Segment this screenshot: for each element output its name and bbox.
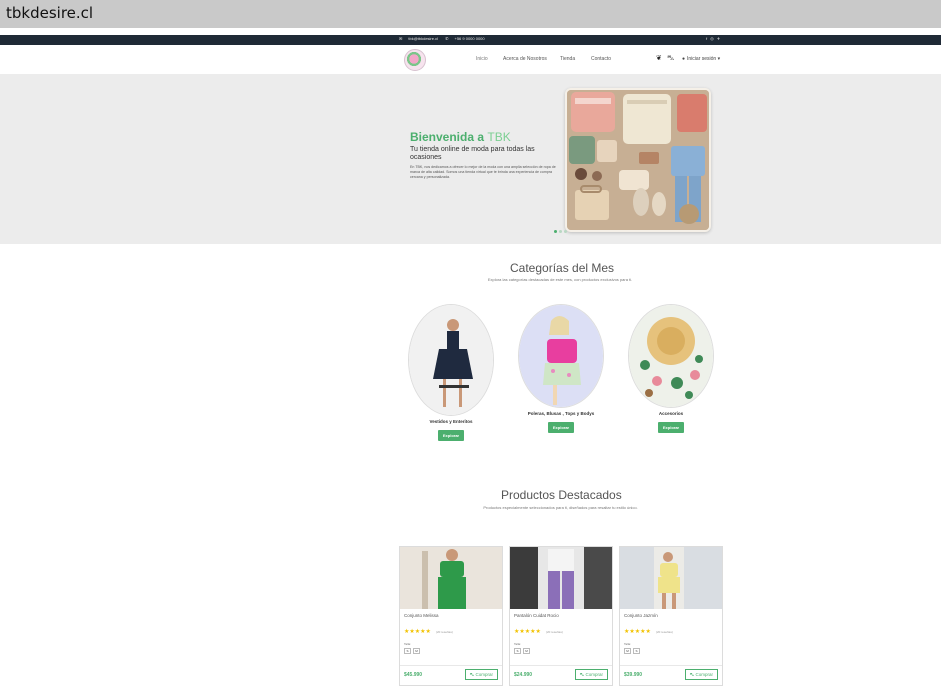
email-icon: ✉ (399, 36, 403, 41)
hero-title: Bienvenida a TBK (410, 130, 511, 144)
product-image[interactable] (510, 547, 612, 609)
category-card: Vestidos y Enteritos Explorar (408, 304, 494, 442)
size-option[interactable]: S (514, 648, 521, 654)
login-label: Iniciar sesión (687, 56, 717, 62)
size-options: M S (624, 648, 640, 654)
category-image[interactable] (408, 304, 494, 416)
size-option[interactable]: M (523, 648, 530, 654)
size-option[interactable]: S (404, 648, 411, 654)
product-image[interactable] (620, 547, 722, 609)
size-options: S M (514, 648, 530, 654)
size-option[interactable]: S (633, 648, 640, 654)
cart-icon: ⛍ (689, 672, 695, 677)
card-divider (510, 665, 612, 666)
product-name[interactable]: Conjunto Jazmín (624, 613, 658, 618)
explore-button[interactable]: Explorar (657, 422, 685, 433)
category-image[interactable] (518, 304, 604, 408)
phone-icon: ✆ (445, 36, 449, 41)
size-label: Talla: (514, 642, 522, 646)
size-option[interactable]: M (624, 648, 631, 654)
rating-stars: ★★★★★ (404, 629, 431, 635)
products-title: Productos Destacados (501, 488, 622, 502)
product-name[interactable]: Conjunto Melissa (404, 613, 439, 618)
user-icon: ● (682, 56, 686, 62)
category-card: Accesorios Explorar (628, 304, 714, 434)
login-link[interactable]: ● Iniciar sesión ▾ (682, 56, 720, 62)
carousel-dot[interactable] (564, 230, 567, 233)
nav-link-acerca[interactable]: Acerca de Nosotros (503, 56, 547, 62)
size-options: S M (404, 648, 420, 654)
product-card: Pantalón Cuidat Rocio ★★★★★ (20 reseñas)… (509, 546, 613, 686)
product-price: $24.990 (514, 672, 533, 678)
card-divider (620, 665, 722, 666)
contact-phone[interactable]: +56 9 0000 0000 (454, 36, 484, 41)
products-subtitle: Productos especialmente seleccionados pa… (483, 505, 638, 510)
carousel-dot[interactable] (554, 230, 557, 233)
size-option[interactable]: M (413, 648, 420, 654)
product-card: Conjunto Jazmín ★★★★★ (20 reseñas) Talla… (619, 546, 723, 686)
nav-link-inicio[interactable]: Inicio (476, 56, 488, 62)
contact-email[interactable]: tbk@tbkdesire.cl (408, 36, 438, 41)
size-label: Talla: (404, 642, 412, 646)
categories-title: Categorías del Mes (510, 261, 615, 275)
review-count: (20 reseñas) (436, 630, 453, 634)
product-price: $39.990 (624, 672, 643, 678)
cart-icon[interactable]: ⛍ (667, 54, 674, 63)
main-navigation: Inicio Acerca de Nosotros Tienda Contact… (0, 45, 941, 73)
category-name: Accesorios (658, 411, 684, 416)
rating-stars: ★★★★★ (514, 629, 541, 635)
browser-title-bar: tbkdesire.cl (0, 0, 941, 28)
size-label: Talla: (624, 642, 632, 646)
rating-stars: ★★★★★ (624, 629, 651, 635)
category-name: Vestidos y Enteritos (429, 419, 473, 424)
hero-description: En TBK, nos dedicamos a ofrecer lo mejor… (410, 165, 556, 180)
product-card: Conjunto Melissa ★★★★★ (20 reseñas) Tall… (399, 546, 503, 686)
browser-title: tbkdesire.cl (6, 4, 94, 22)
review-count: (20 reseñas) (546, 630, 563, 634)
site-logo[interactable] (404, 49, 426, 71)
explore-button[interactable]: Explorar (547, 422, 575, 433)
nav-link-tienda[interactable]: Tienda (560, 56, 575, 62)
cart-icon: ⛍ (469, 672, 475, 677)
hero-banner: Bienvenida a TBK Tu tienda online de mod… (0, 74, 941, 244)
product-price: $45.990 (404, 672, 423, 678)
category-name: Poleras, Blusas , Tops y Bodys (527, 411, 595, 416)
buy-button[interactable]: ⛍ Comprar (574, 669, 608, 680)
wishlist-icon[interactable]: ❦ (656, 54, 662, 62)
contact-info: ✉ tbk@tbkdesire.cl ✆ +56 9 0000 0000 (399, 36, 491, 41)
social-icons[interactable]: f ◎ ✈ (706, 36, 721, 41)
category-card: Poleras, Blusas , Tops y Bodys Explorar (518, 304, 604, 434)
categories-subtitle: Explora las categorías destacadas de est… (487, 277, 633, 282)
product-name[interactable]: Pantalón Cuidat Rocio (514, 613, 559, 618)
review-count: (20 reseñas) (656, 630, 673, 634)
cart-icon: ⛍ (579, 672, 585, 677)
card-divider (400, 665, 502, 666)
explore-button[interactable]: Explorar (437, 430, 465, 441)
product-image[interactable] (400, 547, 502, 609)
carousel-dot[interactable] (559, 230, 562, 233)
category-image[interactable] (628, 304, 714, 408)
carousel-indicators (554, 230, 567, 233)
buy-button[interactable]: ⛍ Comprar (464, 669, 498, 680)
nav-link-contacto[interactable]: Contacto (591, 56, 611, 62)
hero-subtitle: Tu tienda online de moda para todas las … (410, 146, 535, 161)
hero-image (565, 88, 711, 232)
top-info-bar: ✉ tbk@tbkdesire.cl ✆ +56 9 0000 0000 f ◎ ✈ (0, 35, 941, 45)
buy-button[interactable]: ⛍ Comprar (684, 669, 718, 680)
